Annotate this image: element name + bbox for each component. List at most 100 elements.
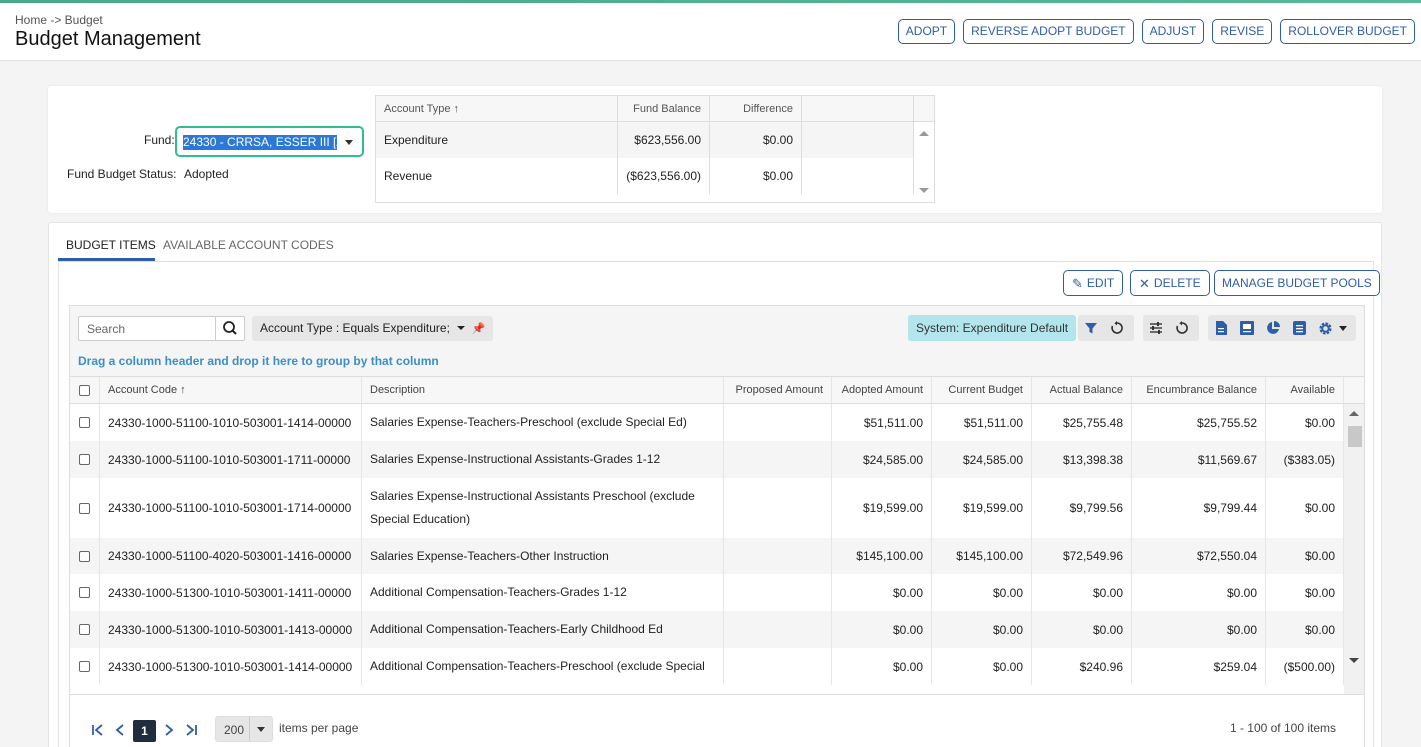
pagination-info: 1 - 100 of 100 items [1229,721,1336,735]
column-header-current-budget[interactable]: Current Budget [932,377,1032,403]
summary-header-account-type[interactable]: Account Type ↑ [376,96,618,121]
scroll-down-icon[interactable] [1349,658,1359,663]
chevron-down-icon[interactable] [345,140,353,145]
table-row[interactable]: 24330-1000-51300-1010-503001-1411-00000 A… [70,574,1344,611]
reverse-adopt-budget-button[interactable]: REVERSE ADOPT BUDGET [963,19,1134,44]
budget-items-card: BUDGET ITEMS AVAILABLE ACCOUNT CODES ✎ ED… [48,222,1382,747]
pin-icon[interactable]: 📌 [472,323,486,335]
chevron-down-icon[interactable] [457,326,466,330]
next-page-button[interactable] [159,719,179,741]
column-header-account-code[interactable]: Account Code ↑ [100,377,362,403]
row-checkbox[interactable] [79,417,90,428]
summary-header-spacer [802,96,914,121]
cell-proposed-amount [724,574,832,611]
export-excel-button[interactable] [1208,315,1234,341]
filter-tools [1078,315,1134,341]
first-page-button[interactable] [88,719,108,741]
summary-account-type: Revenue [376,158,618,194]
last-page-button[interactable] [181,719,201,741]
summary-scrollbar[interactable] [915,122,934,202]
row-checkbox[interactable] [79,550,90,562]
row-checkbox[interactable] [79,502,90,514]
list-icon [1292,321,1306,335]
cell-encumbrance-balance: $0.00 [1132,574,1266,611]
rollover-budget-button[interactable]: ROLLOVER BUDGET [1280,19,1415,44]
cell-encumbrance-balance: $9,799.44 [1132,478,1266,538]
row-select-cell [70,478,100,538]
revise-button[interactable]: REVISE [1212,19,1273,44]
table-row[interactable]: 24330-1000-51100-1010-503001-1711-00000 S… [70,441,1344,478]
export-pdf-button[interactable] [1234,315,1260,341]
tab-available-account-codes[interactable]: AVAILABLE ACCOUNT CODES [163,238,334,252]
table-row[interactable]: 24330-1000-51100-1010-503001-1714-00000 S… [70,478,1344,538]
scroll-up-icon[interactable] [919,131,929,136]
cell-adopted-amount: $51,511.00 [832,404,932,441]
page-size-select[interactable]: 200 [215,716,273,742]
row-checkbox[interactable] [79,454,90,465]
filter-chip[interactable]: Account Type : Equals Expenditure; 📌 [252,316,494,341]
column-settings-button[interactable] [1143,315,1169,341]
page-size-value: 200 [224,723,245,737]
cell-account-code: 24330-1000-51300-1010-503001-1411-00000 [100,574,362,611]
adjust-button[interactable]: ADJUST [1141,19,1205,44]
cell-adopted-amount: $0.00 [832,574,932,611]
table-row[interactable]: 24330-1000-51300-1010-503001-1413-00000 A… [70,611,1344,648]
breadcrumb[interactable]: Home -> Budget [15,13,103,27]
search-button[interactable] [215,317,244,340]
fund-select[interactable]: 24330 - CRRSA, ESSER III [Adopted] [175,126,364,157]
reset-columns-button[interactable] [1169,315,1195,341]
cell-actual-balance: $13,398.38 [1032,441,1132,478]
column-header-description[interactable]: Description [362,377,724,403]
table-row[interactable]: 24330-1000-51100-1010-503001-1414-00000 S… [70,404,1344,441]
filter-button[interactable] [1078,315,1104,341]
cell-account-code: 24330-1000-51100-1010-503001-1711-00000 [100,441,362,478]
row-select-cell [70,611,100,648]
select-all-checkbox[interactable] [79,384,90,396]
column-header-available[interactable]: Available [1266,377,1344,403]
cell-proposed-amount [724,648,832,685]
column-header-adopted-amount[interactable]: Adopted Amount [832,377,932,403]
summary-header-difference[interactable]: Difference [710,96,802,121]
system-view-badge[interactable]: System: Expenditure Default [908,315,1077,341]
table-row[interactable]: 24330-1000-51100-4020-503001-1416-00000 S… [70,538,1344,574]
column-header-encumbrance-balance[interactable]: Encumbrance Balance [1132,377,1266,403]
scroll-thumb[interactable] [1348,426,1362,447]
adopt-button[interactable]: ADOPT [897,19,956,44]
budget-items-table: Account Code ↑ Description Proposed Amou… [70,376,1364,694]
row-checkbox[interactable] [79,661,90,672]
previous-page-button[interactable] [110,719,130,741]
row-checkbox[interactable] [79,587,90,598]
summary-spacer [802,158,914,194]
cell-current-budget: $19,599.00 [932,478,1032,538]
manage-budget-pools-button[interactable]: MANAGE BUDGET POOLS [1214,270,1380,296]
table-vertical-scrollbar[interactable] [1344,404,1364,694]
export-tools [1208,315,1356,341]
reset-filter-button[interactable] [1104,315,1130,341]
page-title: Budget Management [15,28,201,50]
search-input[interactable] [79,317,217,340]
chart-view-button[interactable] [1260,315,1286,341]
scroll-up-icon[interactable] [1349,411,1359,416]
gear-icon [1318,321,1332,335]
table-row[interactable]: 24330-1000-51300-1010-503001-1414-00000 A… [70,648,1344,685]
report-view-button[interactable] [1286,315,1312,341]
row-checkbox[interactable] [79,624,90,635]
cell-available: ($500.00) [1266,648,1344,685]
summary-row[interactable]: Expenditure $623,556.00 $0.00 [376,122,914,158]
cell-encumbrance-balance: $72,550.04 [1132,538,1266,574]
edit-button[interactable]: ✎ EDIT [1063,270,1124,296]
summary-header-fund-balance[interactable]: Fund Balance [618,96,710,121]
group-by-hint: Drag a column header and drop it here to… [78,354,439,368]
row-select-cell [70,574,100,611]
summary-row[interactable]: Revenue ($623,556.00) $0.00 [376,158,914,194]
scroll-down-icon[interactable] [919,188,929,193]
tab-budget-items[interactable]: BUDGET ITEMS [66,238,156,252]
fund-select-value: 24330 - CRRSA, ESSER III [Adopted] [183,135,337,150]
current-page[interactable]: 1 [133,720,156,742]
settings-menu-button[interactable] [1312,315,1352,341]
column-header-actual-balance[interactable]: Actual Balance [1032,377,1132,403]
page-size-dropdown-button[interactable] [249,717,272,741]
delete-button[interactable]: ✕ DELETE [1130,270,1210,296]
cell-adopted-amount: $0.00 [832,611,932,648]
column-header-proposed-amount[interactable]: Proposed Amount [724,377,832,403]
